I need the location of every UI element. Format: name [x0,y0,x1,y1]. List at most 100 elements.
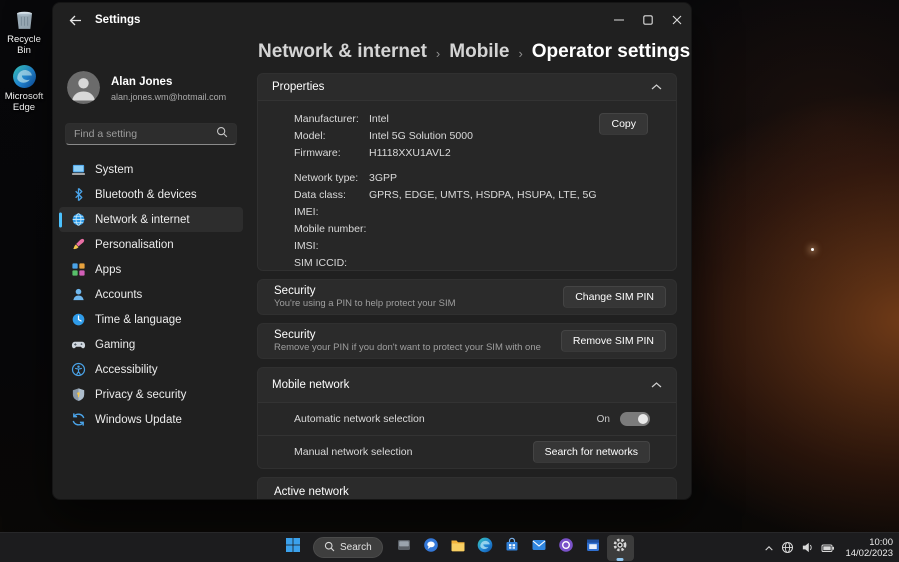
settings-sidebar: Alan Jones alan.jones.wm@hotmail.com Sys… [53,37,257,499]
field-label: Manufacturer: [294,111,369,128]
change-sim-pin-button[interactable]: Change SIM PIN [563,286,666,308]
mobile-network-card: Mobile network Automatic network selecti… [257,367,677,469]
settings-search[interactable] [65,123,237,145]
settings-taskbar-button[interactable] [607,535,634,561]
clock-icon [71,312,86,327]
sidebar-item-network[interactable]: Network & internet [59,207,243,232]
user-name[interactable]: Alan Jones [111,76,172,88]
sidebar-item-gaming[interactable]: Gaming [59,332,243,357]
gamepad-icon [71,337,86,352]
remove-sim-pin-button[interactable]: Remove SIM PIN [561,330,666,352]
sidebar-item-label: Apps [95,264,121,276]
chevron-right-icon: › [518,44,522,61]
edge-shortcut[interactable]: Microsoft Edge [0,64,48,113]
manual-network-label: Manual network selection [294,446,412,458]
search-icon [216,125,228,143]
properties-card: Properties Copy Manufacturer:Intel Model… [257,73,677,271]
task-view-button[interactable] [391,535,418,561]
active-network-title: Active network [274,486,660,498]
mobile-network-title: Mobile network [272,379,349,391]
sidebar-item-label: Gaming [95,339,135,351]
user-avatar[interactable] [67,71,100,104]
taskbar-search[interactable]: Search [313,537,383,558]
chevron-up-icon[interactable] [651,84,662,90]
globe-icon [71,212,86,227]
network-globe-icon[interactable] [781,541,794,554]
chevron-up-icon[interactable] [651,382,662,388]
settings-window: Settings Alan Jones alan.jones.wm@hotmai… [52,2,692,500]
toggle-state-label: On [597,414,610,425]
start-button[interactable] [281,535,305,561]
security-description: Remove your PIN if you don't want to pro… [274,342,541,353]
close-button[interactable] [662,3,691,37]
sidebar-item-windows-update[interactable]: Windows Update [59,407,243,432]
volume-icon[interactable] [801,541,814,554]
shield-icon [71,387,86,402]
photos-icon [558,537,574,558]
sidebar-item-label: System [95,164,133,176]
page-title: Operator settings [532,41,690,63]
maximize-button[interactable] [633,3,662,37]
window-title: Settings [95,14,140,26]
property-row: IMSI: [294,238,662,255]
automatic-network-row: Automatic network selection On [258,402,676,435]
field-label: SIM ICCID: [294,255,369,271]
field-value: Intel [369,111,389,128]
security-remove-pin-card: Security Remove your PIN if you don't wa… [257,323,677,359]
bluetooth-icon [71,187,86,202]
field-label: Mobile number: [294,221,369,238]
desktop-star [811,248,814,251]
sidebar-item-system[interactable]: System [59,157,243,182]
property-row: Data class:GPRS, EDGE, UMTS, HSDPA, HSUP… [294,187,662,204]
field-value: 3GPP [369,170,397,187]
settings-gear-icon [612,537,628,558]
field-value: GPRS, EDGE, UMTS, HSDPA, HSUPA, LTE, 5G [369,187,597,204]
automatic-network-toggle[interactable] [620,412,650,426]
minimize-button[interactable] [604,3,633,37]
sidebar-item-apps[interactable]: Apps [59,257,243,282]
manual-network-row: Manual network selection Search for netw… [258,435,676,468]
property-row: Firmware:H1118XXU1AVL2 [294,145,662,162]
calendar-button[interactable] [580,535,607,561]
edge-icon [0,64,48,89]
sidebar-item-label: Accounts [95,289,142,301]
field-label: Firmware: [294,145,369,162]
sidebar-item-personalisation[interactable]: Personalisation [59,232,243,257]
mobile-network-expander-header[interactable]: Mobile network [258,368,676,402]
photos-button[interactable] [553,535,580,561]
breadcrumb-network-internet[interactable]: Network & internet [258,41,427,63]
battery-icon[interactable] [821,542,835,554]
field-label: IMEI: [294,204,369,221]
mail-button[interactable] [526,535,553,561]
user-email: alan.jones.wm@hotmail.com [111,92,226,102]
properties-content: Copy Manufacturer:Intel Model:Intel 5G S… [258,100,676,271]
search-input[interactable] [74,128,216,140]
sidebar-item-time-language[interactable]: Time & language [59,307,243,332]
desktop: Recycle Bin Microsoft Edge Settings [0,0,899,562]
chat-icon [423,537,439,558]
chat-button[interactable] [418,535,445,561]
store-button[interactable] [499,535,526,561]
field-value: H1118XXU1AVL2 [369,145,451,162]
desktop-icon-label: Microsoft Edge [0,91,48,113]
search-for-networks-button[interactable]: Search for networks [533,441,650,463]
recycle-bin-shortcut[interactable]: Recycle Bin [0,7,48,56]
sidebar-nav: System Bluetooth & devices Network & int… [59,157,243,432]
file-explorer-button[interactable] [445,535,472,561]
sidebar-item-accounts[interactable]: Accounts [59,282,243,307]
edge-button[interactable] [472,535,499,561]
update-arrows-icon [71,412,86,427]
copy-button[interactable]: Copy [599,113,648,135]
taskbar-clock[interactable]: 10:00 14/02/2023 [845,537,893,559]
system-tray: 10:00 14/02/2023 [764,533,893,562]
properties-expander-header[interactable]: Properties [258,74,676,100]
hidden-icons-chevron-icon[interactable] [764,544,774,552]
sidebar-item-accessibility[interactable]: Accessibility [59,357,243,382]
sidebar-item-bluetooth[interactable]: Bluetooth & devices [59,182,243,207]
breadcrumb-mobile[interactable]: Mobile [449,41,509,63]
sidebar-item-privacy[interactable]: Privacy & security [59,382,243,407]
chevron-right-icon: › [436,44,440,61]
person-icon [71,287,86,302]
field-label: Model: [294,128,369,145]
back-button[interactable] [61,8,89,32]
